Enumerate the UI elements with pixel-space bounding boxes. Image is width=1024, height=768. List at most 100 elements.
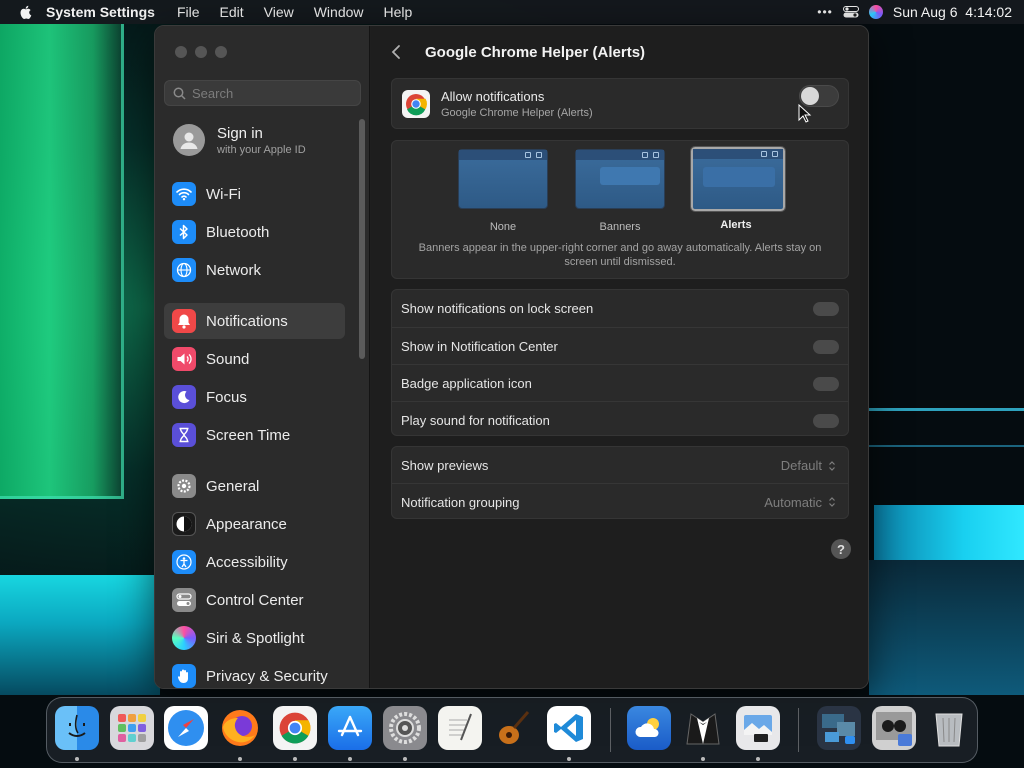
sidebar-signin[interactable]: Sign in with your Apple ID: [173, 124, 306, 156]
moon-icon: [172, 385, 196, 409]
style-option-alerts[interactable]: Alerts: [690, 146, 786, 231]
sidebar-item-control-center[interactable]: Control Center: [164, 582, 345, 618]
menu-help[interactable]: Help: [384, 4, 413, 20]
more-menu-icon[interactable]: •••: [817, 5, 833, 19]
sidebar-item-label: Screen Time: [206, 426, 291, 444]
lock-screen-toggle[interactable]: [813, 302, 839, 316]
option-label: Badge application icon: [401, 375, 532, 391]
textedit-icon[interactable]: [438, 706, 482, 750]
sidebar-item-appearance[interactable]: Appearance: [164, 506, 345, 542]
style-preview: [458, 149, 548, 209]
preview-icon[interactable]: [736, 706, 780, 750]
wallpaper-cyan-right: [874, 505, 1024, 560]
apple-icon[interactable]: [18, 4, 34, 20]
zoom-button[interactable]: [215, 46, 227, 58]
sidebar-item-general[interactable]: General: [164, 468, 345, 504]
weather-icon[interactable]: [627, 706, 671, 750]
system-settings-icon[interactable]: [383, 706, 427, 750]
menu-file[interactable]: File: [177, 4, 200, 20]
firefox-icon[interactable]: [218, 706, 262, 750]
sidebar-scrollbar[interactable]: [359, 119, 365, 359]
sidebar-item-accessibility[interactable]: Accessibility: [164, 544, 345, 580]
sidebar-item-label: Sound: [206, 350, 250, 368]
style-option-banners[interactable]: Banners: [575, 149, 665, 233]
bluetooth-icon: [172, 220, 196, 244]
stack-icon[interactable]: [872, 706, 916, 750]
notification-grouping-select[interactable]: Automatic: [764, 495, 836, 510]
switches-icon: [172, 588, 196, 612]
help-button[interactable]: ?: [831, 539, 851, 559]
sidebar-item-label: Notifications: [206, 312, 288, 330]
menu-window[interactable]: Window: [314, 4, 364, 20]
chrome-icon[interactable]: [273, 706, 317, 750]
app-store-icon[interactable]: [328, 706, 372, 750]
guitar-icon[interactable]: [492, 706, 536, 750]
show-previews-select[interactable]: Default: [781, 458, 836, 473]
play-sound-toggle[interactable]: [813, 414, 839, 428]
option-show-previews: Show previews Default: [392, 447, 848, 484]
menu-app-name[interactable]: System Settings: [46, 4, 155, 20]
running-indicator: [238, 757, 242, 761]
search-field[interactable]: [164, 80, 361, 106]
option-label: Notification grouping: [401, 494, 520, 510]
style-option-none[interactable]: None: [458, 149, 548, 233]
running-indicator: [756, 757, 760, 761]
gear-icon: [172, 474, 196, 498]
launchpad-icon[interactable]: [110, 706, 154, 750]
control-center-icon[interactable]: [842, 6, 859, 18]
safari-icon[interactable]: [164, 706, 208, 750]
menu-bar: System Settings File Edit View Window He…: [0, 0, 1024, 24]
options-card: Show notifications on lock screen Show i…: [391, 289, 849, 436]
running-indicator: [293, 757, 297, 761]
wallpaper-line: [869, 408, 1024, 411]
stack-icon[interactable]: [817, 706, 861, 750]
sidebar-item-screen-time[interactable]: Screen Time: [164, 417, 345, 453]
mouse-pointer-icon: [798, 104, 812, 123]
chrome-icon: [402, 90, 430, 118]
sidebar-item-bluetooth[interactable]: Bluetooth: [164, 214, 345, 250]
siri-icon: [172, 626, 196, 650]
vscode-icon[interactable]: [547, 706, 591, 750]
sidebar-item-sound[interactable]: Sound: [164, 341, 345, 377]
finder-icon[interactable]: [55, 706, 99, 750]
running-indicator: [348, 757, 352, 761]
bell-icon: [172, 309, 196, 333]
search-icon: [173, 87, 186, 100]
sidebar-item-label: Appearance: [206, 515, 287, 533]
badge-icon-toggle[interactable]: [813, 377, 839, 391]
sidebar-item-siri-spotlight[interactable]: Siri & Spotlight: [164, 620, 345, 656]
hourglass-icon: [172, 423, 196, 447]
sidebar-item-label: Privacy & Security: [206, 667, 328, 685]
chevron-left-icon: [391, 45, 400, 59]
sidebar-item-network[interactable]: Network: [164, 252, 345, 288]
dock-separator: [798, 708, 799, 752]
close-button[interactable]: [175, 46, 187, 58]
settings-window: Sign in with your Apple ID Wi-Fi Bluetoo…: [154, 25, 869, 689]
preview-grouping-card: Show previews Default Notification group…: [391, 446, 849, 519]
style-preview: [690, 146, 786, 212]
sidebar-item-label: Wi-Fi: [206, 185, 241, 203]
sidebar-item-focus[interactable]: Focus: [164, 379, 345, 415]
menu-view[interactable]: View: [264, 4, 294, 20]
wallpaper-cyan-left: [0, 575, 160, 695]
select-value: Default: [780, 458, 822, 473]
wallpaper-cyan-right: [869, 560, 1024, 695]
back-button[interactable]: [391, 43, 407, 61]
minimize-button[interactable]: [195, 46, 207, 58]
notification-center-toggle[interactable]: [813, 340, 839, 354]
main-pane: Google Chrome Helper (Alerts) Allow noti…: [371, 26, 868, 688]
menu-clock[interactable]: Sun Aug 6 4:14:02: [893, 4, 1012, 20]
trash-icon[interactable]: [927, 706, 971, 750]
style-preview: [575, 149, 665, 209]
sidebar-item-label: Bluetooth: [206, 223, 270, 241]
allow-notifications-card: Allow notifications Google Chrome Helper…: [391, 78, 849, 129]
search-input[interactable]: [192, 85, 352, 101]
sidebar-item-wifi[interactable]: Wi-Fi: [164, 176, 345, 212]
sidebar-item-privacy-security[interactable]: Privacy & Security: [164, 658, 345, 688]
siri-icon[interactable]: [868, 5, 883, 19]
tuxedo-icon[interactable]: [681, 706, 725, 750]
sidebar-item-notifications[interactable]: Notifications: [164, 303, 345, 339]
option-play-sound: Play sound for notification: [392, 401, 848, 438]
option-notification-center: Show in Notification Center: [392, 327, 848, 364]
menu-edit[interactable]: Edit: [220, 4, 244, 20]
